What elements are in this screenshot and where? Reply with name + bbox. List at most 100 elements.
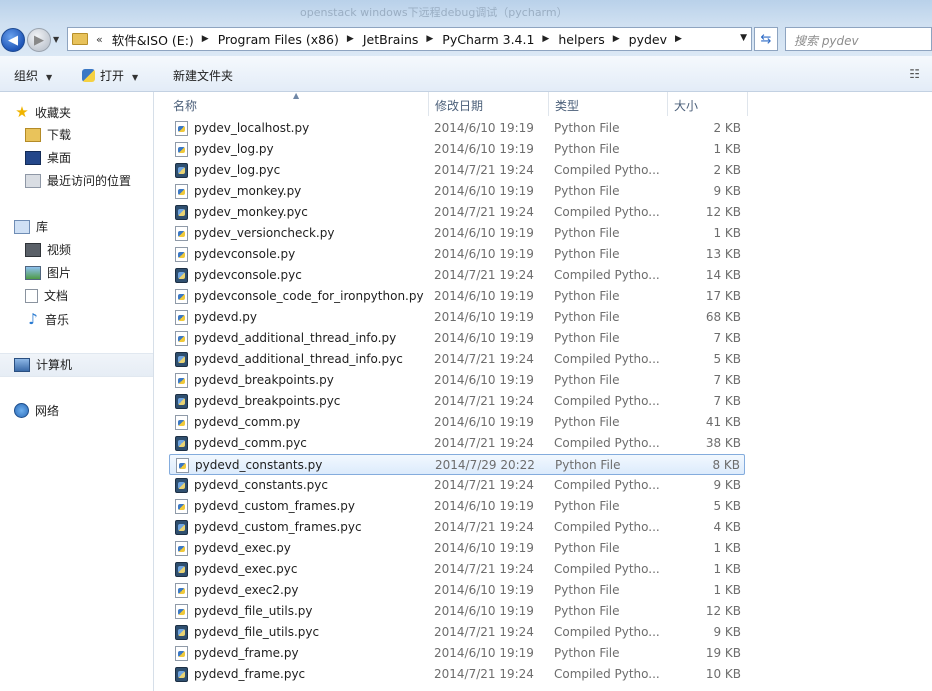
file-row[interactable]: pydev_monkey.py 2014/6/10 19:19 Python Fil… [169, 181, 745, 202]
file-row[interactable]: pydevd_constants.py 2014/7/29 20:22 Python… [169, 454, 745, 475]
breadcrumb-separator-icon[interactable]: ▶ [347, 34, 354, 44]
file-row[interactable]: pydevd_additional_thread_info.pyc 2014/7/… [169, 349, 745, 370]
sidebar-item-music[interactable]: ♪ 音乐 [25, 310, 69, 328]
file-row[interactable]: pydev_log.py 2014/6/10 19:19 Python File 1 … [169, 139, 745, 160]
python-file-icon [175, 142, 188, 157]
sidebar-libraries-label: 库 [36, 220, 49, 234]
file-row[interactable]: pydevd_custom_frames.py 2014/6/10 19:19 Py… [169, 496, 745, 517]
file-row[interactable]: pydevconsole.pyc 2014/7/21 19:24 Compiled … [169, 265, 745, 286]
file-row[interactable]: pydevd_constants.pyc 2014/7/21 19:24 Compi… [169, 475, 745, 496]
breadcrumb-separator-icon[interactable]: ▶ [202, 34, 209, 44]
address-history-dropdown-icon[interactable]: ▼ [740, 33, 747, 43]
file-date: 2014/7/21 19:24 [434, 352, 534, 366]
command-bar: 组织 ▼ 打开 ▼ 新建文件夹 ☷ [0, 56, 932, 92]
sidebar-item-pictures[interactable]: 图片 [25, 264, 71, 281]
sidebar-item-recent-places[interactable]: 最近访问的位置 [25, 172, 131, 189]
view-options-icon[interactable]: ☷ [909, 67, 920, 81]
sidebar-computer[interactable]: 计算机 [14, 356, 72, 373]
file-type: Compiled Pytho... [554, 667, 660, 681]
breadcrumb-separator-icon[interactable]: ▶ [675, 34, 682, 44]
sidebar-favorites[interactable]: ★ 收藏夹 [14, 103, 71, 121]
new-folder-button[interactable]: 新建文件夹 [173, 67, 233, 84]
file-row[interactable]: pydev_log.pyc 2014/7/21 19:24 Compiled Pyt… [169, 160, 745, 181]
file-size: 2 KB [713, 121, 741, 135]
sidebar-computer-label: 计算机 [36, 358, 73, 372]
file-row[interactable]: pydevd_file_utils.py 2014/6/10 19:19 Pytho… [169, 601, 745, 622]
computer-icon [14, 357, 30, 372]
recent-places-icon [25, 173, 41, 188]
breadcrumb-jetbrains[interactable]: JetBrains [363, 32, 419, 47]
recent-pages-dropdown-icon[interactable]: ▼ [53, 35, 63, 45]
breadcrumb-pydev[interactable]: pydev [629, 32, 667, 47]
file-type: Compiled Pytho... [554, 394, 660, 408]
file-row[interactable]: pydevd_exec2.py 2014/6/10 19:19 Python Fil… [169, 580, 745, 601]
file-row[interactable]: pydev_localhost.py 2014/6/10 19:19 Python … [169, 118, 745, 139]
breadcrumb-separator-icon[interactable]: ▶ [613, 34, 620, 44]
file-type: Python File [554, 310, 620, 324]
refresh-button[interactable]: ⇆ [754, 27, 778, 51]
sidebar-libraries[interactable]: 库 [14, 218, 48, 235]
compiled-python-file-icon [175, 163, 188, 178]
file-date: 2014/6/10 19:19 [434, 373, 534, 387]
column-header-date[interactable]: 修改日期 [429, 92, 549, 116]
file-size: 5 KB [713, 352, 741, 366]
file-row[interactable]: pydevd_additional_thread_info.py 2014/6/1… [169, 328, 745, 349]
file-row[interactable]: pydevd_breakpoints.py 2014/6/10 19:19 Pyth… [169, 370, 745, 391]
file-type: Compiled Pytho... [554, 520, 660, 534]
file-size: 9 KB [713, 184, 741, 198]
open-button[interactable]: 打开 ▼ [82, 67, 138, 84]
file-name: pydevd_constants.pyc [194, 478, 328, 492]
file-row[interactable]: pydevd_file_utils.pyc 2014/7/21 19:24 Comp… [169, 622, 745, 643]
address-overflow-chevron[interactable]: « [96, 33, 103, 46]
column-header-size[interactable]: 大小 [668, 92, 748, 116]
file-row[interactable]: pydev_versioncheck.py 2014/6/10 19:19 Pyth… [169, 223, 745, 244]
search-input[interactable]: 搜索 pydev [785, 27, 932, 51]
sidebar-item-documents[interactable]: 文档 [25, 287, 68, 304]
file-list: 名称 ▲ 修改日期 类型 大小 pydev_localhost.py 2014/6… [155, 92, 932, 691]
file-row[interactable]: pydevd_frame.pyc 2014/7/21 19:24 Compiled … [169, 664, 745, 685]
address-bar[interactable]: « 软件&ISO (E:) ▶ Program Files (x86) ▶ Je… [67, 27, 752, 51]
breadcrumb-helpers[interactable]: helpers [558, 32, 604, 47]
breadcrumb-drive[interactable]: 软件&ISO (E:) [112, 30, 194, 49]
breadcrumb-separator-icon[interactable]: ▶ [542, 34, 549, 44]
sidebar-item-desktop[interactable]: 桌面 [25, 149, 71, 166]
file-row[interactable]: pydevd_frame.py 2014/6/10 19:19 Python Fil… [169, 643, 745, 664]
forward-button[interactable]: ▶ [27, 28, 51, 52]
sidebar-network-label: 网络 [35, 404, 60, 418]
file-row[interactable]: pydevd_custom_frames.pyc 2014/7/21 19:24 C… [169, 517, 745, 538]
file-name: pydevd_custom_frames.pyc [194, 520, 362, 534]
file-size: 41 KB [705, 415, 741, 429]
compiled-python-file-icon [175, 667, 188, 682]
file-row[interactable]: pydevd_comm.py 2014/6/10 19:19 Python File… [169, 412, 745, 433]
file-size: 19 KB [705, 646, 741, 660]
file-name: pydevd_custom_frames.py [194, 499, 355, 513]
title-bar: openstack windows下远程debug调试（pycharm） [0, 0, 932, 24]
file-row[interactable]: pydevconsole_code_for_ironpython.py 2014/… [169, 286, 745, 307]
file-size: 38 KB [705, 436, 741, 450]
column-header-type[interactable]: 类型 [549, 92, 668, 116]
file-date: 2014/6/10 19:19 [434, 310, 534, 324]
file-name: pydev_log.pyc [194, 163, 281, 177]
sidebar-network[interactable]: 网络 [14, 402, 59, 419]
file-row[interactable]: pydevd.py 2014/6/10 19:19 Python File 68 KB [169, 307, 745, 328]
file-row[interactable]: pydevd_exec.pyc 2014/7/21 19:24 Compiled P… [169, 559, 745, 580]
file-row[interactable]: pydevd_comm.pyc 2014/7/21 19:24 Compiled P… [169, 433, 745, 454]
breadcrumb-separator-icon[interactable]: ▶ [426, 34, 433, 44]
breadcrumb-program-files[interactable]: Program Files (x86) [218, 32, 339, 47]
file-row[interactable]: pydevd_breakpoints.pyc 2014/7/21 19:24 Com… [169, 391, 745, 412]
python-file-icon [175, 499, 188, 514]
file-size: 4 KB [713, 520, 741, 534]
breadcrumb-pycharm[interactable]: PyCharm 3.4.1 [442, 32, 534, 47]
back-button[interactable]: ◀ [1, 28, 25, 52]
organize-button[interactable]: 组织 ▼ [14, 67, 52, 84]
sidebar-item-downloads[interactable]: 下载 [25, 126, 71, 143]
file-type: Python File [554, 541, 620, 555]
file-row[interactable]: pydevd_exec.py 2014/6/10 19:19 Python File… [169, 538, 745, 559]
file-row[interactable]: pydevconsole.py 2014/6/10 19:19 Python Fil… [169, 244, 745, 265]
file-size: 7 KB [713, 331, 741, 345]
file-type: Compiled Pytho... [554, 625, 660, 639]
file-type: Python File [554, 331, 620, 345]
refresh-icon: ⇆ [760, 31, 772, 47]
sidebar-item-videos[interactable]: 视频 [25, 241, 71, 258]
file-row[interactable]: pydev_monkey.pyc 2014/7/21 19:24 Compiled … [169, 202, 745, 223]
